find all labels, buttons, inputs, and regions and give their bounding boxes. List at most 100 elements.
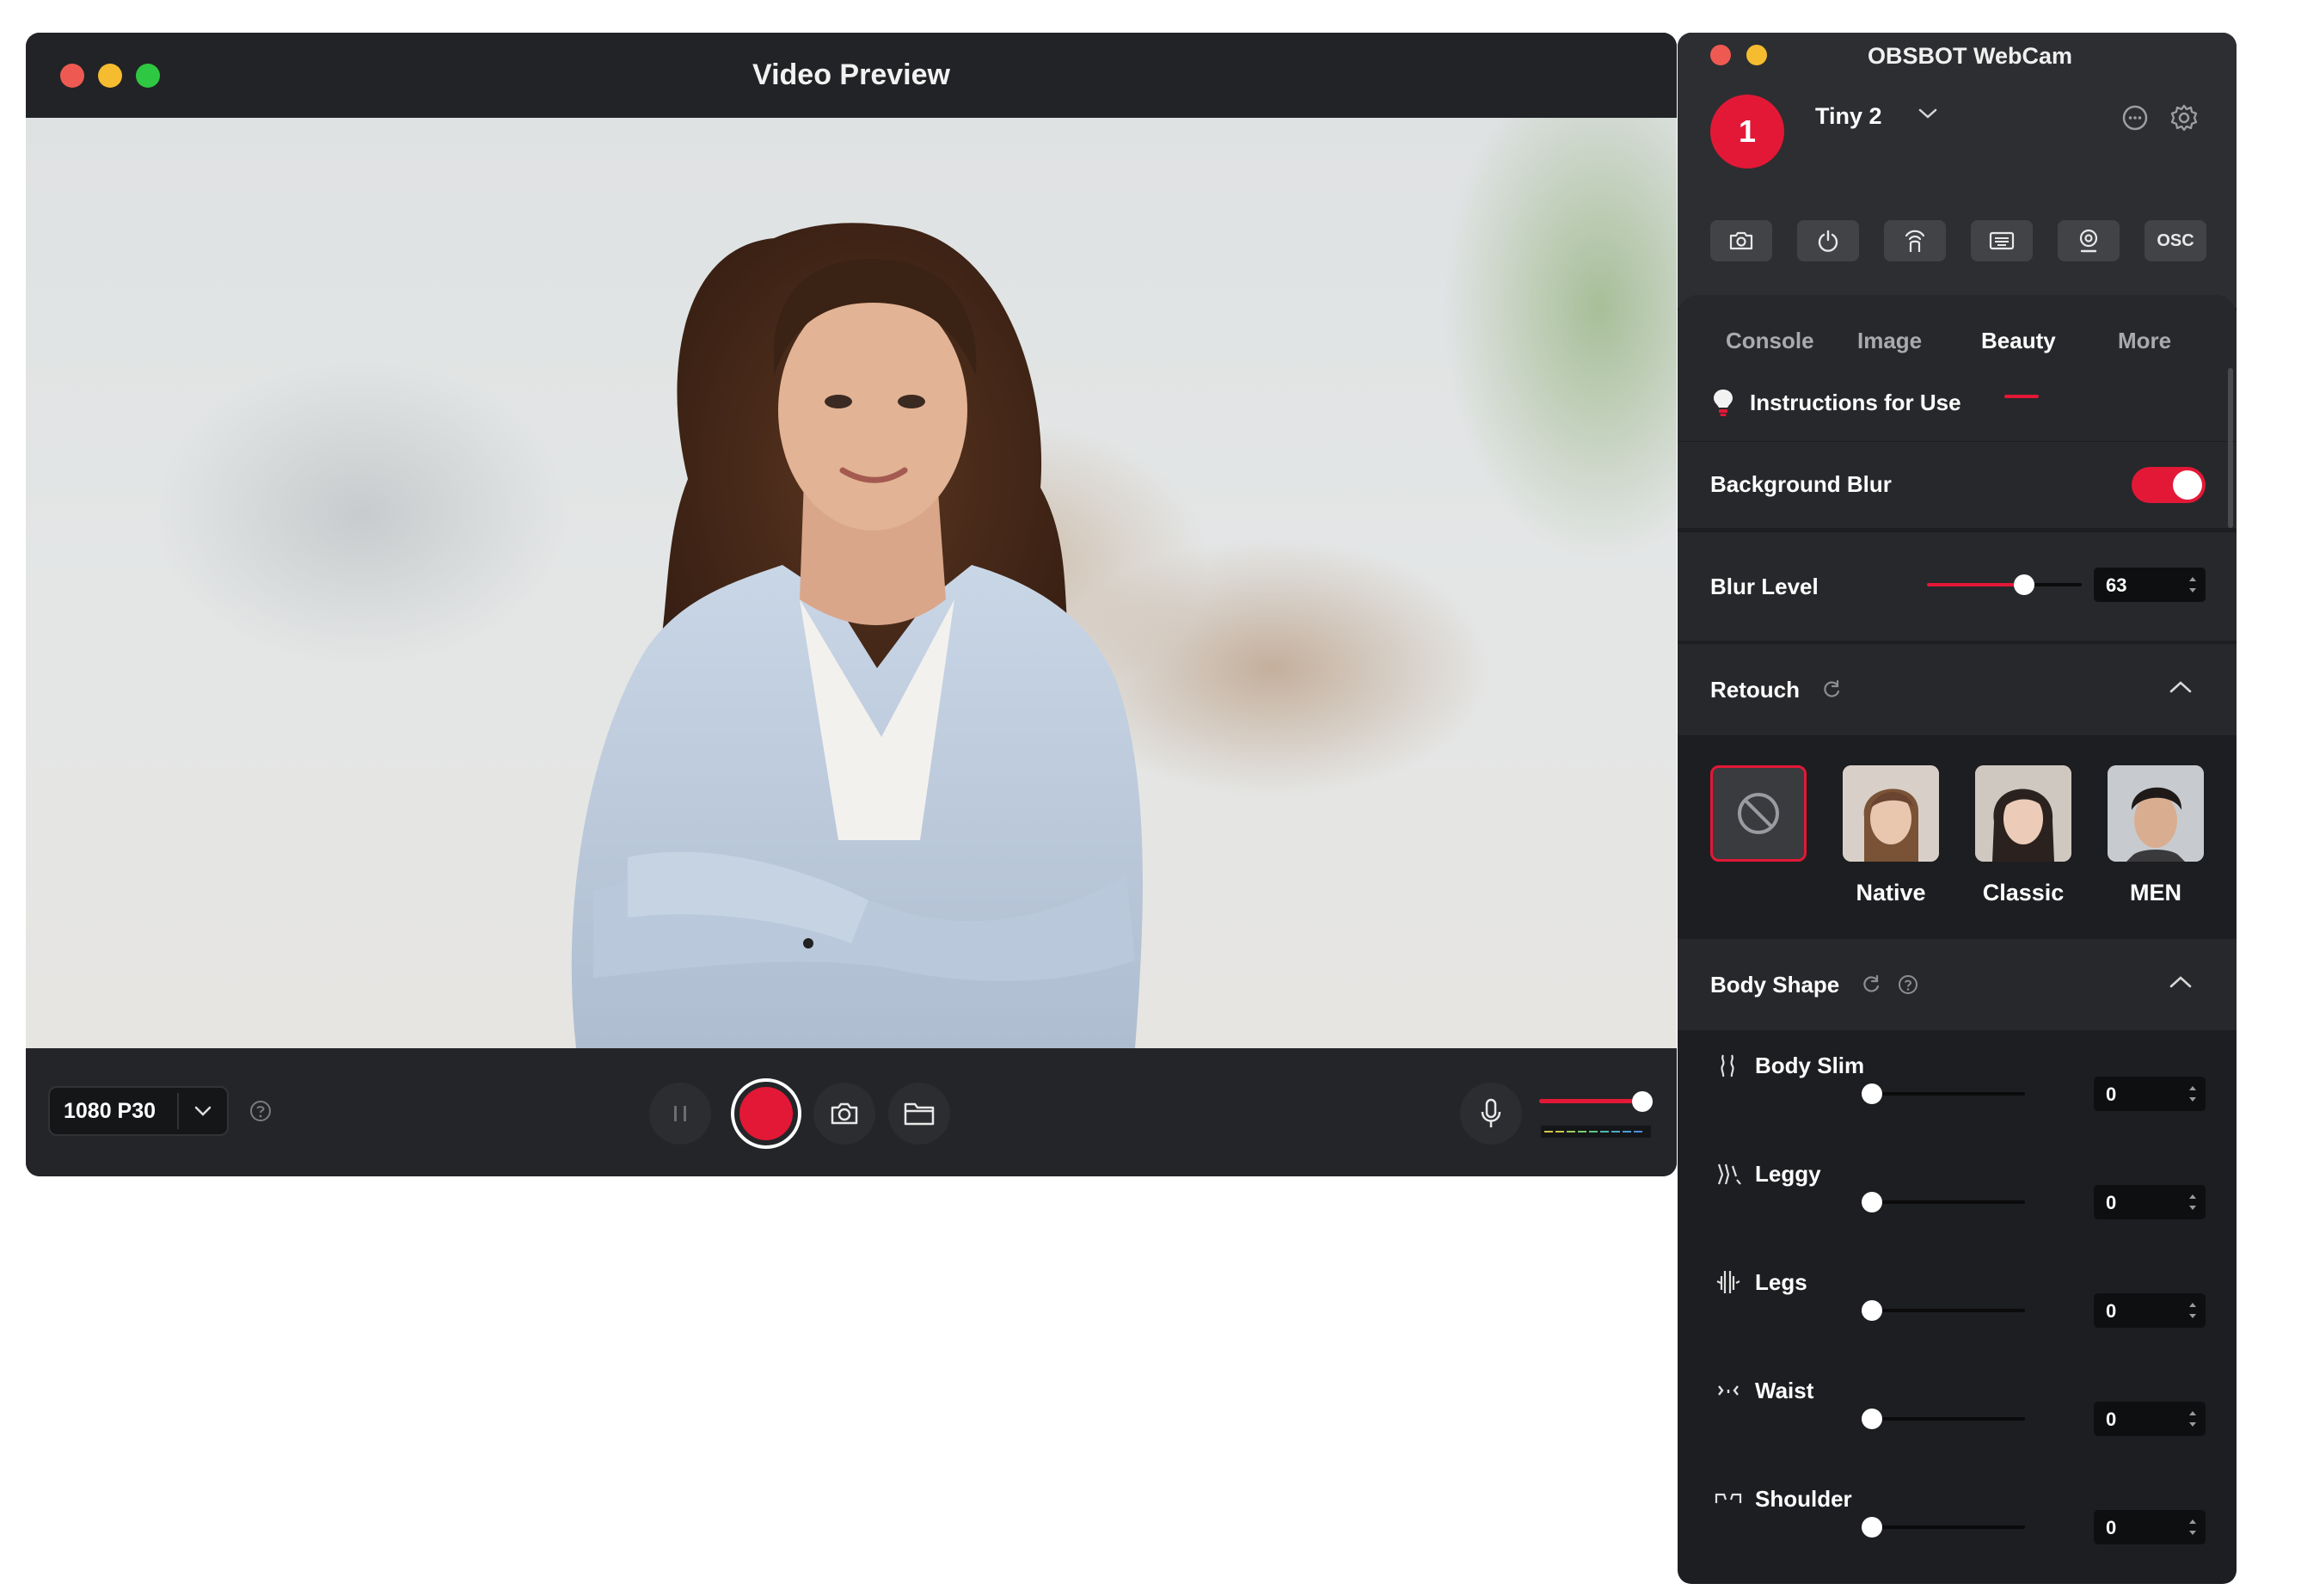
stepper-arrows-icon[interactable] [2185,1297,2200,1324]
retouch-men-thumbnail[interactable] [2108,765,2204,862]
snapshot-button[interactable] [813,1083,875,1145]
face-thumbnail-image [1975,765,2071,862]
body-shape-row: Leggy 0 [1678,1154,2237,1257]
person-image [571,223,1143,1048]
stepper-arrows-icon[interactable] [2185,571,2200,598]
device-badge[interactable]: 1 [1710,95,1784,169]
stepper-arrows-icon[interactable] [2185,1080,2200,1108]
retouch-header[interactable]: Retouch [1678,644,2237,735]
body-shape-slider[interactable] [1862,1298,2025,1323]
instructions-link[interactable]: Instructions for Use [1710,387,1961,418]
help-icon[interactable] [249,1100,272,1122]
body-shape-row: Shoulder 0 [1678,1479,2237,1582]
blur-level-knob[interactable] [2014,574,2035,595]
retouch-classic-thumbnail[interactable] [1975,765,2071,862]
body-shape-slider[interactable] [1862,1189,2025,1215]
body-shape-slider[interactable] [1862,1081,2025,1107]
body-shape-value: 0 [2106,1300,2117,1322]
tab-beauty[interactable]: Beauty [1981,328,2056,354]
tab-console[interactable]: Console [1726,328,1814,354]
legs-icon [1716,1271,1740,1293]
reset-icon[interactable] [1820,678,1843,701]
body-shape-slider[interactable] [1862,1514,2025,1540]
panel-scrollbar[interactable] [2228,368,2233,528]
video-feed [26,118,1677,1048]
preview-controls-bar: 1080 P30 [26,1048,1677,1176]
stepper-arrows-icon[interactable] [2185,1513,2200,1541]
body-shape-knob[interactable] [1862,1409,1882,1429]
body-shape-item-label: Leggy [1755,1161,1821,1187]
pause-button[interactable] [649,1083,711,1145]
chevron-up-icon[interactable] [2168,678,2194,696]
body-shape-row: Body Slim 0 [1678,1046,2237,1149]
retouch-classic-label: Classic [1982,880,2065,905]
body-slim-icon [1721,1054,1734,1077]
body-shape-item-label: Body Slim [1755,1053,1865,1078]
body-shape-knob[interactable] [1862,1300,1882,1321]
body-shape-slider[interactable] [1862,1406,2025,1432]
body-shape-header[interactable]: Body Shape [1678,939,2237,1030]
body-shape-row: Legs 0 [1678,1262,2237,1366]
body-shape-value: 0 [2106,1517,2117,1538]
webcam-tool-button[interactable] [2058,220,2120,261]
blur-level-label: Blur Level [1710,574,1819,599]
retouch-none-button[interactable] [1710,765,1807,862]
body-shape-stepper[interactable]: 0 [2094,1402,2206,1436]
snapshot-tool-button[interactable] [1710,220,1772,261]
microphone-button[interactable] [1460,1083,1522,1145]
panel-toolbar: OSC [1710,220,2206,261]
power-icon [1818,230,1838,252]
body-shape-stepper[interactable]: 0 [2094,1185,2206,1219]
lightbulb-icon [1714,390,1733,416]
pause-icon [674,1106,686,1121]
stepper-arrows-icon[interactable] [2185,1188,2200,1216]
leggy-icon [1717,1163,1741,1185]
tracking-tool-button[interactable] [1884,220,1946,261]
osc-tool-button[interactable]: OSC [2145,220,2206,261]
retouch-men-label: MEN [2130,880,2181,905]
body-shape-knob[interactable] [1862,1083,1882,1104]
keyboard-tool-button[interactable] [1971,220,2033,261]
chevron-down-icon[interactable] [1917,105,1939,122]
camera-icon [831,1102,858,1125]
volume-knob[interactable] [1632,1091,1653,1112]
body-shape-item-label: Legs [1755,1269,1807,1295]
blur-level-stepper[interactable]: 63 [2094,568,2206,602]
preview-titlebar: Video Preview [26,33,1677,118]
panel-tabs: Console Image Beauty More [1678,295,2237,398]
record-dot-icon [739,1087,793,1140]
tab-more[interactable]: More [2118,328,2171,354]
volume-slider[interactable] [1539,1091,1653,1143]
body-shape-value: 0 [2106,1083,2117,1105]
body-shape-stepper[interactable]: 0 [2094,1077,2206,1111]
power-tool-button[interactable] [1797,220,1859,261]
body-shape-knob[interactable] [1862,1517,1882,1538]
tab-image[interactable]: Image [1857,328,1922,354]
audio-level-meter [1541,1126,1651,1138]
help-icon[interactable] [1898,974,1918,995]
camera-icon [1729,231,1753,250]
preview-window-title: Video Preview [752,58,950,91]
retouch-native-thumbnail[interactable] [1843,765,1939,862]
body-shape-knob[interactable] [1862,1192,1882,1212]
background-blur-label: Background Blur [1710,471,1892,497]
record-button[interactable] [731,1078,801,1149]
waist-icon [1718,1385,1739,1396]
shoulder-icon [1715,1493,1742,1503]
body-shape-row: Waist 0 [1678,1371,2237,1474]
body-shape-stepper[interactable]: 0 [2094,1510,2206,1544]
reset-icon[interactable] [1860,973,1882,996]
open-folder-button[interactable] [888,1083,950,1145]
blur-level-slider[interactable] [1927,572,2082,598]
gear-icon[interactable] [2169,103,2199,132]
chat-bubble-icon[interactable] [2120,103,2150,132]
chevron-up-icon[interactable] [2168,973,2194,991]
device-name[interactable]: Tiny 2 [1815,103,1882,130]
body-shape-item-label: Shoulder [1755,1486,1852,1512]
chevron-down-icon[interactable] [179,1105,227,1117]
body-shape-stepper[interactable]: 0 [2094,1293,2206,1328]
background-blur-toggle[interactable] [2132,467,2206,503]
resolution-select[interactable]: 1080 P30 [48,1086,229,1136]
stepper-arrows-icon[interactable] [2185,1405,2200,1433]
blur-level-fill [1927,583,2025,586]
